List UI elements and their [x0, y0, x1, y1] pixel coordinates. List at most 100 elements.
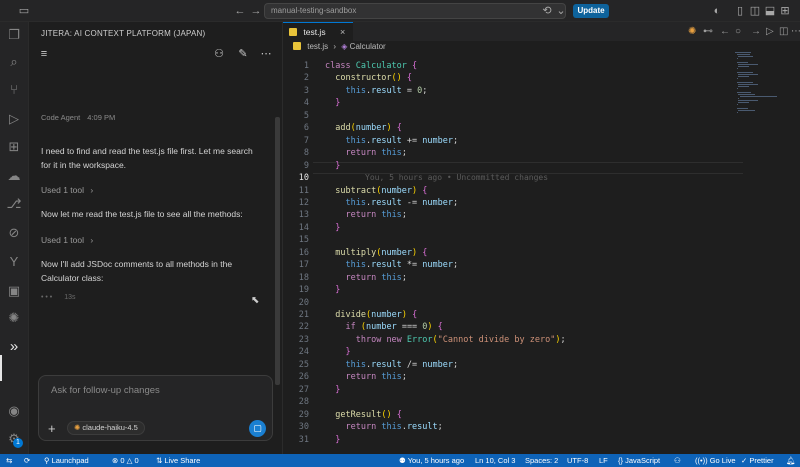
message-time: 4:09 PM: [87, 113, 116, 122]
line-number: 17: [298, 260, 309, 270]
add-user-icon[interactable]: ⚇: [212, 47, 226, 61]
problems-item[interactable]: ⊗ 0 △ 0: [112, 454, 139, 467]
chat-input-box[interactable]: Ask for follow-up changes + ✺ claude-hai…: [38, 375, 273, 441]
edit-icon[interactable]: ✎: [236, 47, 250, 61]
git-blame-item[interactable]: ⚉ You, 5 hours ago: [399, 454, 464, 467]
split-horizontal-icon[interactable]: ⬓: [762, 3, 778, 19]
more-icon[interactable]: ⋯: [259, 47, 273, 61]
indentation[interactable]: Spaces: 2: [525, 454, 558, 467]
tab-test-js[interactable]: test.js ×: [283, 22, 353, 41]
chevron-down-icon[interactable]: ⌄: [553, 3, 569, 19]
minimap-line: [738, 74, 758, 75]
copilot-icon[interactable]: ⚇: [674, 454, 681, 467]
launchpad-item[interactable]: ⚲ Launchpad: [44, 454, 89, 467]
more-icon[interactable]: ⋯: [791, 25, 800, 38]
prettier-item[interactable]: ✓ Prettier: [741, 454, 774, 467]
chevrons-icon[interactable]: »: [5, 338, 23, 356]
class-symbol-icon: ◈: [341, 42, 348, 51]
files-icon[interactable]: ❐: [5, 26, 23, 44]
model-selector[interactable]: ✺ claude-haiku-4.5: [67, 421, 145, 435]
agent-message: I need to find and read the test.js file…: [41, 146, 253, 170]
minimap-line: [736, 88, 738, 89]
split-icon[interactable]: ◫: [747, 3, 763, 19]
elapsed-time: 13s: [64, 294, 76, 301]
agent-message: Now I'll add JSDoc comments to all metho…: [41, 259, 233, 283]
line-number: 31: [298, 435, 309, 445]
notifications-icon[interactable]: 🔔︎: [786, 454, 796, 467]
end-of-line[interactable]: LF: [599, 454, 608, 467]
play-icon[interactable]: ▷: [766, 25, 774, 38]
add-context-button[interactable]: +: [48, 421, 56, 436]
minimap[interactable]: [735, 52, 795, 113]
language-mode[interactable]: {} JavaScript: [618, 454, 660, 467]
code-line: this.result *= number;: [345, 260, 459, 270]
back-icon[interactable]: ←: [720, 25, 730, 38]
line-number: 10: [298, 173, 309, 183]
line-number: 13: [298, 210, 309, 220]
tool-usage-toggle[interactable]: Used 1 tool ›: [41, 235, 93, 245]
color-mode-icon[interactable]: ◐: [709, 3, 725, 19]
account-icon[interactable]: ◉: [5, 402, 23, 420]
git-blame-label: You, 5 hours ago: [407, 456, 465, 465]
code-line: }: [335, 98, 341, 108]
code-line: throw new Error("Cannot divide by zero")…: [355, 335, 566, 345]
go-live-label: Go Live: [709, 456, 736, 465]
arrow-left-icon[interactable]: ←: [232, 3, 248, 19]
code-line: }: [335, 435, 341, 445]
layout-icon[interactable]: ▯: [732, 3, 748, 19]
code-line: class Calculator {: [325, 61, 418, 71]
compare-icon[interactable]: ⊷: [703, 25, 713, 38]
sync-icon[interactable]: ⟳: [24, 454, 30, 467]
tool-usage-label: Used 1 tool: [41, 235, 84, 245]
code-line: add(number) {: [335, 123, 402, 133]
line-number: 19: [298, 285, 309, 295]
live-share-item[interactable]: ⇅ Live Share: [156, 454, 200, 467]
search-icon[interactable]: ⌕: [5, 53, 23, 71]
extensions-icon[interactable]: ⊞: [5, 138, 23, 156]
line-number: 28: [298, 397, 309, 407]
jitera-icon[interactable]: ✺: [5, 309, 23, 327]
layout-customize-icon[interactable]: ⊞: [777, 3, 793, 19]
arrow-right-icon[interactable]: →: [248, 3, 264, 19]
cursor-position[interactable]: Ln 10, Col 3: [475, 454, 515, 467]
remote-icon[interactable]: ☁: [5, 167, 23, 185]
terminal-icon[interactable]: ▣: [5, 282, 23, 300]
send-button[interactable]: ▢: [249, 420, 266, 437]
javascript-file-icon: [293, 42, 301, 50]
activity-bar: ❐ ⌕ ⑂ ▷ ⊞ ☁ ⎇ ⊘ Y ▣ ✺ » ◉ ⚙ 1: [0, 22, 29, 454]
model-icon: ✺: [74, 423, 81, 432]
code-line: return this;: [345, 372, 407, 382]
update-button[interactable]: Update: [573, 4, 609, 18]
menu-icon[interactable]: ≡: [37, 47, 51, 61]
encoding[interactable]: UTF-8: [567, 454, 588, 467]
minimap-line: [738, 102, 749, 103]
line-number: 11: [298, 186, 309, 196]
thinking-indicator: • • • 13s: [41, 294, 76, 301]
tool-usage-toggle[interactable]: Used 1 tool ›: [41, 185, 93, 195]
code-line: this.result -= number;: [345, 198, 459, 208]
tool-usage-label: Used 1 tool: [41, 185, 84, 195]
split-editor-icon[interactable]: ◫: [779, 25, 788, 38]
run-debug-icon[interactable]: ▷: [5, 110, 23, 128]
timeline-icon[interactable]: ○: [735, 25, 741, 38]
source-control-icon[interactable]: ⑂: [5, 81, 23, 99]
chat-input[interactable]: Ask for follow-up changes: [51, 385, 160, 396]
forward-icon[interactable]: →: [751, 25, 761, 38]
breadcrumb-file[interactable]: test.js: [307, 42, 328, 51]
breadcrumb-symbol[interactable]: Calculator: [350, 42, 386, 51]
remote-icon[interactable]: ⇆: [6, 454, 12, 467]
panel-scrollbar[interactable]: [275, 117, 280, 385]
title-bar: ▭ ← → manual-testing-sandbox ⟲ ⌄ Update …: [0, 0, 800, 22]
close-icon[interactable]: ×: [340, 23, 345, 41]
go-live-item[interactable]: ((•)) Go Live: [695, 454, 736, 467]
git-branch-icon[interactable]: ⎇: [5, 195, 23, 213]
remote-explorer-icon[interactable]: ⊘: [5, 224, 23, 242]
jitera-icon[interactable]: ✺: [688, 25, 696, 38]
command-center-search[interactable]: manual-testing-sandbox: [264, 3, 566, 19]
minimap-line: [738, 100, 758, 101]
line-number: 6: [303, 123, 309, 133]
code-line: this.result = 0;: [345, 86, 428, 96]
code-line: }: [335, 285, 341, 295]
source-control-alt-icon[interactable]: Y: [5, 253, 23, 271]
sidebar-toggle-icon[interactable]: ▭: [16, 3, 32, 19]
